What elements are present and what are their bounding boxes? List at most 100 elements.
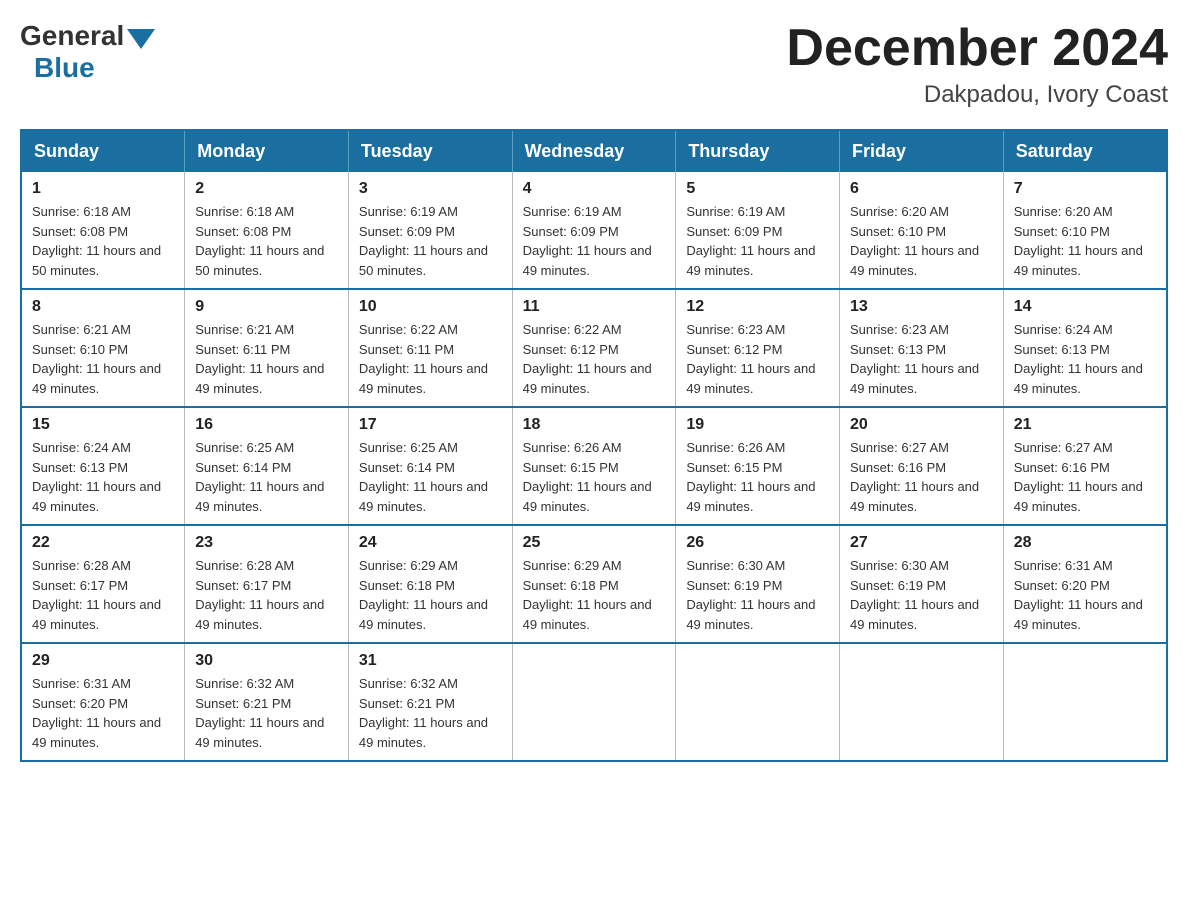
calendar-day-cell: 23 Sunrise: 6:28 AMSunset: 6:17 PMDayligh… bbox=[185, 525, 349, 643]
day-number: 13 bbox=[850, 298, 993, 316]
calendar-day-cell: 28 Sunrise: 6:31 AMSunset: 6:20 PMDayligh… bbox=[1003, 525, 1167, 643]
day-number: 12 bbox=[686, 298, 829, 316]
day-number: 20 bbox=[850, 416, 993, 434]
calendar-day-cell bbox=[676, 643, 840, 761]
calendar-week-row: 15Sunrise: 6:24 AMSunset: 6:13 PMDayligh… bbox=[21, 407, 1167, 525]
calendar-day-cell: 21 Sunrise: 6:27 AMSunset: 6:16 PMDayligh… bbox=[1003, 407, 1167, 525]
calendar-day-cell: 13 Sunrise: 6:23 AMSunset: 6:13 PMDayligh… bbox=[840, 289, 1004, 407]
day-number: 26 bbox=[686, 534, 829, 552]
day-info: Sunrise: 6:25 AMSunset: 6:14 PMDaylight:… bbox=[195, 438, 338, 516]
day-info: Sunrise: 6:28 AMSunset: 6:17 PMDaylight:… bbox=[195, 556, 338, 634]
day-number: 21 bbox=[1014, 416, 1156, 434]
day-info: Sunrise: 6:18 AMSunset: 6:08 PMDaylight:… bbox=[195, 202, 338, 280]
day-number: 27 bbox=[850, 534, 993, 552]
day-info: Sunrise: 6:18 AMSunset: 6:08 PMDaylight:… bbox=[32, 202, 174, 280]
day-info: Sunrise: 6:29 AMSunset: 6:18 PMDaylight:… bbox=[359, 556, 502, 634]
day-number: 16 bbox=[195, 416, 338, 434]
calendar-day-cell: 5 Sunrise: 6:19 AMSunset: 6:09 PMDaylight… bbox=[676, 172, 840, 289]
day-info: Sunrise: 6:32 AMSunset: 6:21 PMDaylight:… bbox=[195, 674, 338, 752]
calendar-day-cell: 16 Sunrise: 6:25 AMSunset: 6:14 PMDayligh… bbox=[185, 407, 349, 525]
calendar-day-cell: 6Sunrise: 6:20 AMSunset: 6:10 PMDaylight… bbox=[840, 172, 1004, 289]
day-info: Sunrise: 6:23 AMSunset: 6:12 PMDaylight:… bbox=[686, 320, 829, 398]
calendar-week-row: 29 Sunrise: 6:31 AMSunset: 6:20 PMDayligh… bbox=[21, 643, 1167, 761]
calendar-day-cell bbox=[512, 643, 676, 761]
calendar-day-cell bbox=[1003, 643, 1167, 761]
day-number: 19 bbox=[686, 416, 829, 434]
calendar-day-cell: 10 Sunrise: 6:22 AMSunset: 6:11 PMDayligh… bbox=[348, 289, 512, 407]
day-info: Sunrise: 6:21 AMSunset: 6:10 PMDaylight:… bbox=[32, 320, 174, 398]
day-info: Sunrise: 6:30 AMSunset: 6:19 PMDaylight:… bbox=[850, 556, 993, 634]
day-number: 9 bbox=[195, 298, 338, 316]
logo-arrow-icon bbox=[127, 29, 155, 49]
day-info: Sunrise: 6:27 AMSunset: 6:16 PMDaylight:… bbox=[1014, 438, 1156, 516]
calendar-day-header: Thursday bbox=[676, 130, 840, 172]
calendar-day-header: Tuesday bbox=[348, 130, 512, 172]
day-info: Sunrise: 6:26 AMSunset: 6:15 PMDaylight:… bbox=[523, 438, 666, 516]
day-info: Sunrise: 6:25 AMSunset: 6:14 PMDaylight:… bbox=[359, 438, 502, 516]
day-info: Sunrise: 6:27 AMSunset: 6:16 PMDaylight:… bbox=[850, 438, 993, 516]
day-number: 22 bbox=[32, 534, 174, 552]
calendar-day-cell: 24 Sunrise: 6:29 AMSunset: 6:18 PMDayligh… bbox=[348, 525, 512, 643]
calendar-day-cell: 14Sunrise: 6:24 AMSunset: 6:13 PMDayligh… bbox=[1003, 289, 1167, 407]
day-number: 5 bbox=[686, 180, 829, 198]
day-info: Sunrise: 6:22 AMSunset: 6:12 PMDaylight:… bbox=[523, 320, 666, 398]
day-number: 23 bbox=[195, 534, 338, 552]
calendar-day-cell: 11 Sunrise: 6:22 AMSunset: 6:12 PMDayligh… bbox=[512, 289, 676, 407]
calendar-day-cell: 29 Sunrise: 6:31 AMSunset: 6:20 PMDayligh… bbox=[21, 643, 185, 761]
calendar-day-header: Wednesday bbox=[512, 130, 676, 172]
day-info: Sunrise: 6:24 AMSunset: 6:13 PMDaylight:… bbox=[32, 438, 174, 516]
day-info: Sunrise: 6:20 AMSunset: 6:10 PMDaylight:… bbox=[1014, 202, 1156, 280]
day-info: Sunrise: 6:30 AMSunset: 6:19 PMDaylight:… bbox=[686, 556, 829, 634]
day-info: Sunrise: 6:19 AMSunset: 6:09 PMDaylight:… bbox=[686, 202, 829, 280]
calendar-day-cell: 31 Sunrise: 6:32 AMSunset: 6:21 PMDayligh… bbox=[348, 643, 512, 761]
day-info: Sunrise: 6:21 AMSunset: 6:11 PMDaylight:… bbox=[195, 320, 338, 398]
day-number: 11 bbox=[523, 298, 666, 316]
day-info: Sunrise: 6:32 AMSunset: 6:21 PMDaylight:… bbox=[359, 674, 502, 752]
day-info: Sunrise: 6:23 AMSunset: 6:13 PMDaylight:… bbox=[850, 320, 993, 398]
calendar-day-header: Monday bbox=[185, 130, 349, 172]
calendar-day-cell: 4Sunrise: 6:19 AMSunset: 6:09 PMDaylight… bbox=[512, 172, 676, 289]
calendar-day-header: Saturday bbox=[1003, 130, 1167, 172]
calendar-week-row: 1 Sunrise: 6:18 AMSunset: 6:08 PMDaylight… bbox=[21, 172, 1167, 289]
calendar-week-row: 22 Sunrise: 6:28 AMSunset: 6:17 PMDayligh… bbox=[21, 525, 1167, 643]
calendar-day-cell: 25Sunrise: 6:29 AMSunset: 6:18 PMDayligh… bbox=[512, 525, 676, 643]
day-number: 1 bbox=[32, 180, 174, 198]
day-number: 28 bbox=[1014, 534, 1156, 552]
logo: General Blue bbox=[20, 20, 155, 84]
calendar-day-header: Sunday bbox=[21, 130, 185, 172]
day-number: 31 bbox=[359, 652, 502, 670]
day-info: Sunrise: 6:29 AMSunset: 6:18 PMDaylight:… bbox=[523, 556, 666, 634]
calendar-day-cell: 22 Sunrise: 6:28 AMSunset: 6:17 PMDayligh… bbox=[21, 525, 185, 643]
day-number: 10 bbox=[359, 298, 502, 316]
day-info: Sunrise: 6:31 AMSunset: 6:20 PMDaylight:… bbox=[1014, 556, 1156, 634]
calendar-day-cell: 26 Sunrise: 6:30 AMSunset: 6:19 PMDayligh… bbox=[676, 525, 840, 643]
day-info: Sunrise: 6:31 AMSunset: 6:20 PMDaylight:… bbox=[32, 674, 174, 752]
calendar-day-cell: 1 Sunrise: 6:18 AMSunset: 6:08 PMDaylight… bbox=[21, 172, 185, 289]
calendar-day-cell: 2Sunrise: 6:18 AMSunset: 6:08 PMDaylight… bbox=[185, 172, 349, 289]
calendar-day-cell bbox=[840, 643, 1004, 761]
day-number: 30 bbox=[195, 652, 338, 670]
day-number: 29 bbox=[32, 652, 174, 670]
calendar-day-cell: 9 Sunrise: 6:21 AMSunset: 6:11 PMDaylight… bbox=[185, 289, 349, 407]
day-number: 24 bbox=[359, 534, 502, 552]
day-number: 14 bbox=[1014, 298, 1156, 316]
logo-blue-text: Blue bbox=[34, 52, 95, 84]
day-number: 7 bbox=[1014, 180, 1156, 198]
calendar-day-cell: 17 Sunrise: 6:25 AMSunset: 6:14 PMDayligh… bbox=[348, 407, 512, 525]
month-year-title: December 2024 bbox=[786, 20, 1168, 77]
calendar-table: SundayMondayTuesdayWednesdayThursdayFrid… bbox=[20, 129, 1168, 762]
calendar-day-header: Friday bbox=[840, 130, 1004, 172]
day-number: 17 bbox=[359, 416, 502, 434]
day-info: Sunrise: 6:19 AMSunset: 6:09 PMDaylight:… bbox=[523, 202, 666, 280]
day-number: 3 bbox=[359, 180, 502, 198]
calendar-day-cell: 18 Sunrise: 6:26 AMSunset: 6:15 PMDayligh… bbox=[512, 407, 676, 525]
day-info: Sunrise: 6:19 AMSunset: 6:09 PMDaylight:… bbox=[359, 202, 502, 280]
title-section: December 2024 Dakpadou, Ivory Coast bbox=[786, 20, 1168, 109]
calendar-day-cell: 7 Sunrise: 6:20 AMSunset: 6:10 PMDaylight… bbox=[1003, 172, 1167, 289]
calendar-day-cell: 12 Sunrise: 6:23 AMSunset: 6:12 PMDayligh… bbox=[676, 289, 840, 407]
day-info: Sunrise: 6:22 AMSunset: 6:11 PMDaylight:… bbox=[359, 320, 502, 398]
day-number: 6 bbox=[850, 180, 993, 198]
day-number: 18 bbox=[523, 416, 666, 434]
day-number: 8 bbox=[32, 298, 174, 316]
day-info: Sunrise: 6:28 AMSunset: 6:17 PMDaylight:… bbox=[32, 556, 174, 634]
